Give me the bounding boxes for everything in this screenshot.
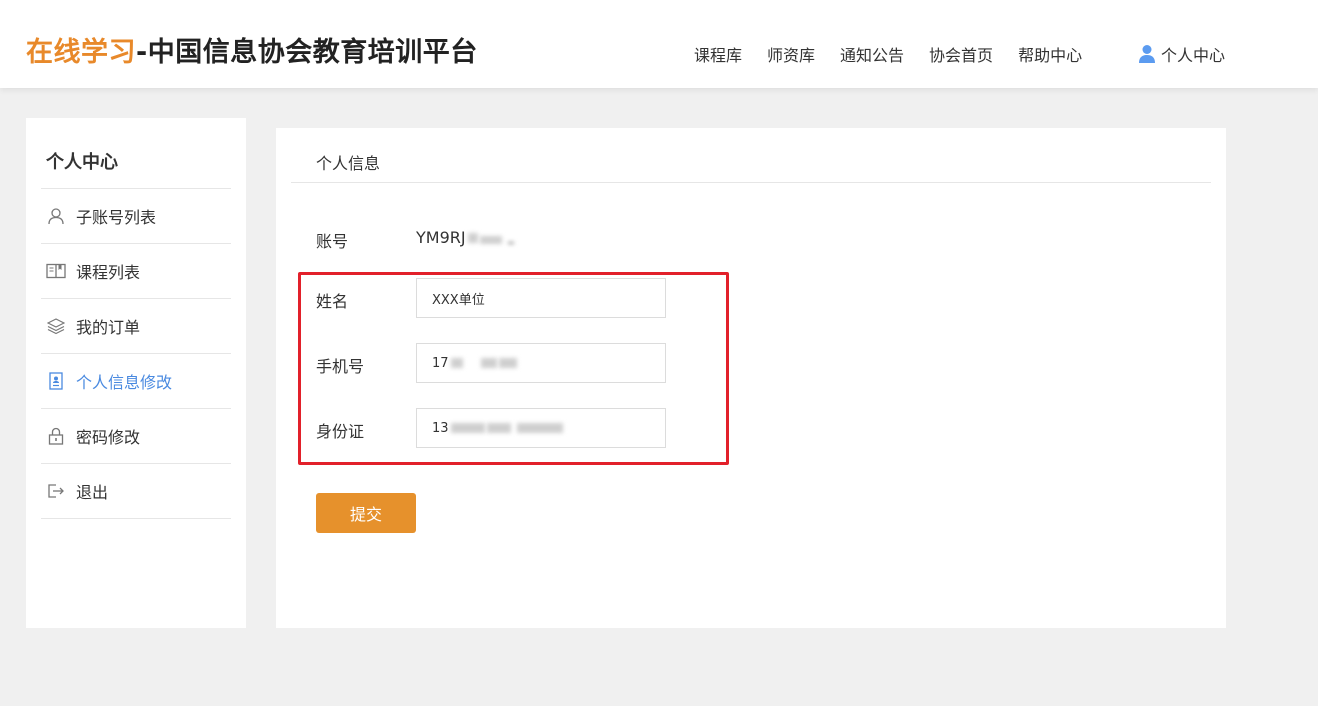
nav-notices[interactable]: 通知公告 xyxy=(840,42,904,66)
layers-icon xyxy=(46,316,66,336)
sidebar-item-courses[interactable]: 课程列表 xyxy=(41,244,231,299)
sidebar-menu: 子账号列表 课程列表 我的订单 个人信息修改 密码修改 退出 xyxy=(41,188,231,519)
redacted-mask xyxy=(486,423,511,433)
sidebar-item-label: 我的订单 xyxy=(76,318,141,337)
sidebar-item-label: 个人信息修改 xyxy=(76,373,173,392)
redacted-mask xyxy=(450,423,485,433)
account-value: YM9RJ xyxy=(416,228,514,247)
sidebar-item-sub-accounts[interactable]: 子账号列表 xyxy=(41,189,231,244)
redacted-mask xyxy=(498,358,517,368)
sidebar: 个人中心 子账号列表 课程列表 我的订单 个人信息修改 密码修改 退出 xyxy=(26,118,246,628)
redacted-mask xyxy=(480,358,497,368)
redacted-mask xyxy=(507,241,514,244)
phone-field[interactable]: 17 xyxy=(416,343,666,383)
id-card-field[interactable]: 13 xyxy=(416,408,666,448)
account-text: YM9RJ xyxy=(416,228,466,247)
name-field[interactable]: XXX单位 xyxy=(416,278,666,318)
redacted-mask xyxy=(479,235,502,244)
sidebar-item-password[interactable]: 密码修改 xyxy=(41,409,231,464)
sidebar-item-label: 课程列表 xyxy=(76,263,141,282)
account-label: 账号 xyxy=(316,232,349,251)
redacted-mask xyxy=(450,358,463,368)
id-label: 身份证 xyxy=(316,422,365,441)
sidebar-item-orders[interactable]: 我的订单 xyxy=(41,299,231,354)
logo-accent: 在线学习 xyxy=(26,37,136,68)
panel-title: 个人信息 xyxy=(316,154,381,173)
nav-help-center[interactable]: 帮助中心 xyxy=(1018,42,1082,66)
user-center-label: 个人中心 xyxy=(1161,46,1226,65)
nav-association-home[interactable]: 协会首页 xyxy=(929,42,993,66)
profile-doc-icon xyxy=(46,371,66,391)
profile-panel: 个人信息 账号 YM9RJ 姓名 XXX单位 手机号 17 身份证 13 提交 xyxy=(276,128,1226,628)
redacted-mask xyxy=(516,423,563,433)
top-nav: 课程库 师资库 通知公告 协会首页 帮助中心 xyxy=(694,42,1107,66)
user-outline-icon xyxy=(46,206,66,226)
name-label: 姓名 xyxy=(316,292,349,311)
name-value: XXX单位 xyxy=(432,292,485,308)
user-center-link[interactable]: 个人中心 xyxy=(1138,42,1225,66)
nav-course-library[interactable]: 课程库 xyxy=(694,42,742,66)
sidebar-item-label: 密码修改 xyxy=(76,428,141,447)
user-icon xyxy=(1139,45,1155,63)
top-header: 在线学习-中国信息协会教育培训平台 课程库 师资库 通知公告 协会首页 帮助中心… xyxy=(0,0,1318,88)
nav-teacher-library[interactable]: 师资库 xyxy=(767,42,815,66)
site-logo[interactable]: 在线学习-中国信息协会教育培训平台 xyxy=(26,30,478,69)
phone-label: 手机号 xyxy=(316,357,365,376)
sidebar-title: 个人中心 xyxy=(46,152,118,173)
id-value: 13 xyxy=(432,420,449,436)
sidebar-item-logout[interactable]: 退出 xyxy=(41,464,231,519)
submit-button[interactable]: 提交 xyxy=(316,493,416,533)
book-icon xyxy=(46,261,66,281)
sidebar-item-profile-edit[interactable]: 个人信息修改 xyxy=(41,354,231,409)
redacted-mask xyxy=(467,232,478,243)
sidebar-item-label: 退出 xyxy=(76,483,109,502)
lock-icon xyxy=(46,426,66,446)
logout-icon xyxy=(46,481,66,501)
phone-value: 17 xyxy=(432,355,449,371)
sidebar-item-label: 子账号列表 xyxy=(76,208,157,227)
logo-title: -中国信息协会教育培训平台 xyxy=(136,37,478,68)
panel-divider xyxy=(291,182,1211,183)
